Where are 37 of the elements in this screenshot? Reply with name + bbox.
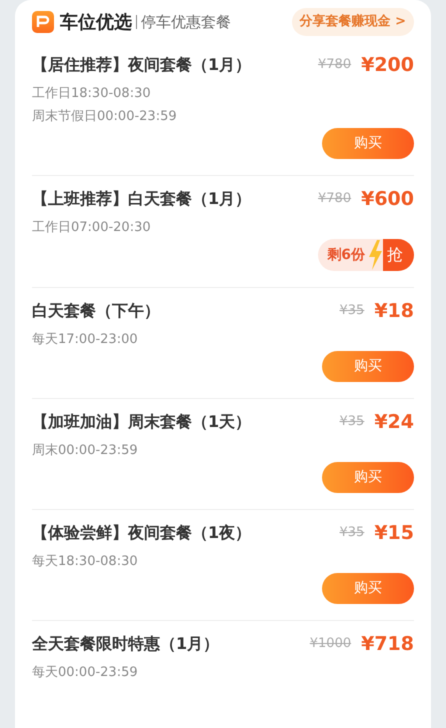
time-range: 工作日07:00-20:30 — [32, 219, 152, 237]
package-title: 【居住推荐】夜间套餐（1月） — [32, 54, 252, 76]
package-title: 白天套餐（下午） — [32, 300, 160, 322]
original-price: ¥35 — [340, 413, 364, 432]
sale-price: ¥18 — [374, 298, 414, 324]
buy-button[interactable]: 购买 — [322, 128, 414, 159]
grab-label: 抢 — [383, 239, 414, 271]
buy-button[interactable]: 购买 — [322, 573, 414, 604]
package-title: 【体验尝鲜】夜间套餐（1夜） — [32, 522, 252, 544]
lightning-icon — [367, 240, 383, 270]
time-range: 工作日18:30-08:30 — [32, 85, 152, 103]
sale-price: ¥15 — [374, 520, 414, 546]
sale-price: ¥24 — [374, 410, 414, 435]
package-title: 【上班推荐】白天套餐（1月） — [32, 188, 252, 210]
time-range: 每天17:00-23:00 — [32, 331, 139, 349]
buy-button[interactable]: 购买 — [322, 462, 414, 493]
sale-price: ¥600 — [361, 186, 414, 212]
stock-label: 剩6份 — [326, 246, 366, 264]
header-subtitle: 停车优惠套餐 — [141, 12, 231, 33]
sale-price: ¥200 — [361, 52, 414, 78]
parking-logo-icon — [32, 11, 54, 33]
package-title: 【加班加油】周末套餐（1天） — [32, 411, 252, 433]
original-price: ¥780 — [318, 56, 352, 74]
share-button[interactable]: 分享套餐赚现金 > — [292, 8, 414, 36]
original-price: ¥1000 — [310, 635, 352, 654]
original-price: ¥35 — [340, 524, 364, 542]
time-range: 周末00:00-23:59 — [32, 442, 139, 460]
time-range: 每天18:30-08:30 — [32, 553, 139, 571]
time-range: 每天00:00-23:59 — [32, 664, 139, 682]
brand-name: 车位优选 — [60, 10, 132, 34]
original-price: ¥780 — [318, 190, 352, 208]
buy-button[interactable]: 购买 — [322, 351, 414, 382]
time-range: 周末节假日00:00-23:59 — [32, 108, 178, 126]
package-title: 全天套餐限时特惠（1月） — [32, 633, 220, 655]
sale-price: ¥718 — [361, 632, 414, 657]
original-price: ¥35 — [340, 302, 364, 320]
grab-button[interactable]: 剩6份 抢 — [318, 239, 414, 271]
